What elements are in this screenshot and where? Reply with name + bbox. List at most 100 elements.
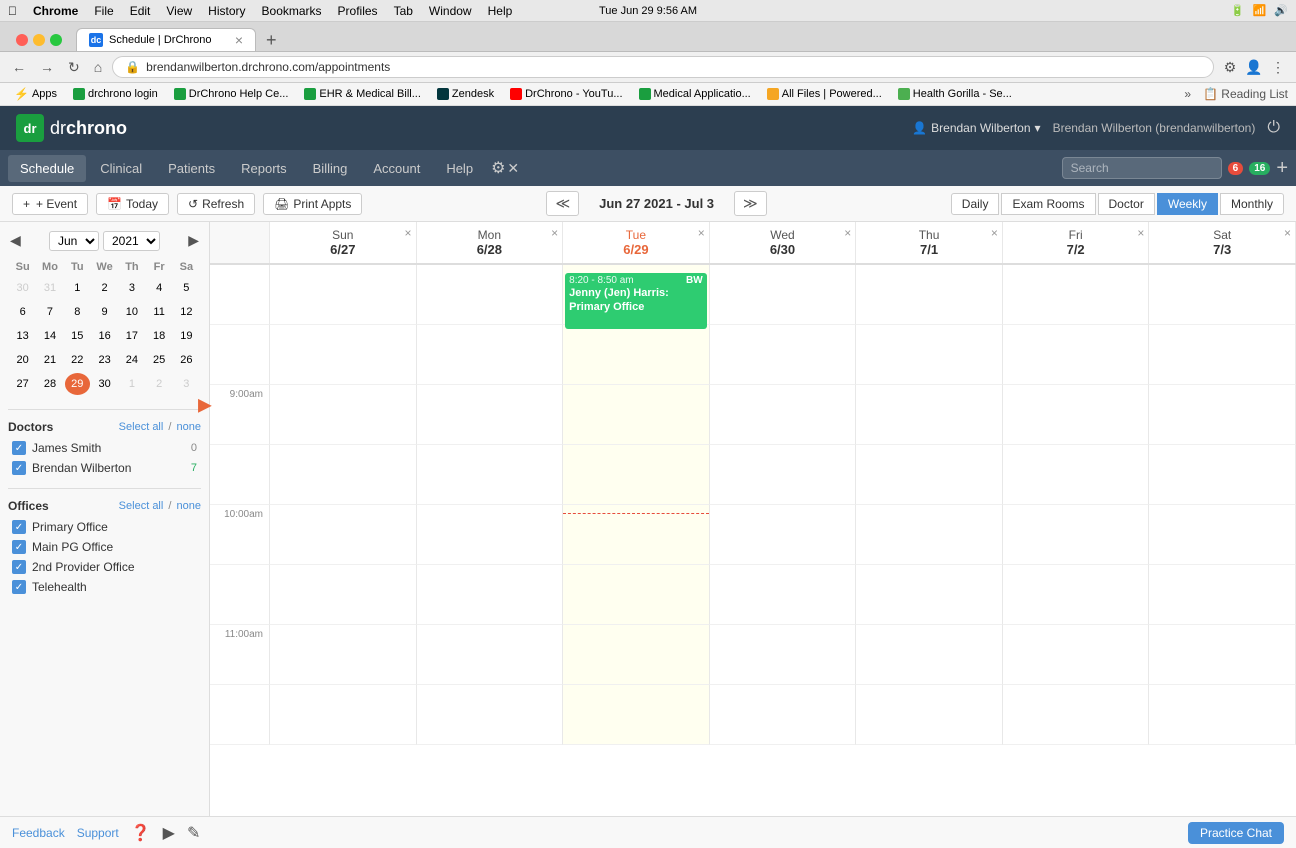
close-tue[interactable]: × bbox=[698, 226, 705, 240]
nav-reports[interactable]: Reports bbox=[229, 155, 299, 182]
cell-11am-wed[interactable] bbox=[710, 625, 857, 685]
bookmarks-more-btn[interactable]: » bbox=[1184, 87, 1191, 101]
add-icon[interactable]: + bbox=[1276, 157, 1288, 180]
cell-930-mon[interactable] bbox=[417, 445, 564, 505]
select-none-offices[interactable]: none bbox=[177, 500, 201, 512]
feedback-link[interactable]: Feedback bbox=[12, 826, 65, 840]
add-event-btn[interactable]: + + Event bbox=[12, 193, 88, 215]
cell-830-wed[interactable] bbox=[710, 325, 857, 385]
support-link[interactable]: Support bbox=[77, 826, 119, 840]
menu-icon[interactable]: ⋮ bbox=[1268, 57, 1288, 77]
cell-8am-thu[interactable] bbox=[856, 265, 1003, 325]
cell-9am-sat[interactable] bbox=[1149, 385, 1296, 445]
cell-10am-sat[interactable] bbox=[1149, 505, 1296, 565]
bookmark-help-center[interactable]: DrChrono Help Ce... bbox=[168, 86, 295, 102]
mini-cal-day[interactable]: 24 bbox=[119, 349, 144, 371]
cell-10am-wed[interactable] bbox=[710, 505, 857, 565]
mini-cal-day[interactable]: 22 bbox=[65, 349, 90, 371]
cell-930-fri[interactable] bbox=[1003, 445, 1150, 505]
view-daily[interactable]: Daily bbox=[951, 193, 1000, 215]
bookmark-apps[interactable]: ⚡ Apps bbox=[8, 85, 63, 103]
cell-9am-sun[interactable] bbox=[270, 385, 417, 445]
nav-settings-icon[interactable]: ⚙ bbox=[491, 158, 505, 178]
today-btn[interactable]: 📅 Today bbox=[96, 193, 169, 215]
next-week-btn[interactable]: ≫ bbox=[734, 191, 767, 216]
mini-cal-day[interactable]: 13 bbox=[10, 325, 35, 347]
bookmark-medical[interactable]: Medical Applicatio... bbox=[633, 86, 757, 102]
cell-830-mon[interactable] bbox=[417, 325, 564, 385]
mini-cal-day[interactable]: 6 bbox=[10, 301, 35, 323]
close-mon[interactable]: × bbox=[551, 226, 558, 240]
menu-help[interactable]: Help bbox=[488, 4, 513, 18]
app-menu-chrome[interactable]: Chrome bbox=[33, 4, 78, 18]
cell-8am-wed[interactable] bbox=[710, 265, 857, 325]
edit-icon-btn[interactable]: ✎ bbox=[187, 823, 200, 843]
mini-cal-day[interactable]: 17 bbox=[119, 325, 144, 347]
cell-11am-fri[interactable] bbox=[1003, 625, 1150, 685]
mini-cal-day[interactable]: 12 bbox=[174, 301, 199, 323]
list-badge[interactable]: 16 bbox=[1249, 162, 1270, 175]
cell-930-thu[interactable] bbox=[856, 445, 1003, 505]
office-primary[interactable]: ✓ Primary Office bbox=[8, 517, 201, 537]
appointment-jenny-harris[interactable]: BW 8:20 - 8:50 am Jenny (Jen) Harris: Pr… bbox=[565, 273, 707, 329]
mail-badge[interactable]: 6 bbox=[1228, 162, 1244, 175]
cell-11am-sun[interactable] bbox=[270, 625, 417, 685]
close-sat[interactable]: × bbox=[1284, 226, 1291, 240]
menu-bookmarks[interactable]: Bookmarks bbox=[262, 4, 322, 18]
cell-1130-sun[interactable] bbox=[270, 685, 417, 745]
apple-icon[interactable]:  bbox=[8, 4, 17, 18]
bookmark-health-gorilla[interactable]: Health Gorilla - Se... bbox=[892, 86, 1018, 102]
cell-1030-sat[interactable] bbox=[1149, 565, 1296, 625]
cell-1130-wed[interactable] bbox=[710, 685, 857, 745]
mini-cal-day[interactable]: 1 bbox=[119, 373, 144, 395]
cell-1030-tue[interactable] bbox=[563, 565, 710, 625]
bookmark-ehr[interactable]: EHR & Medical Bill... bbox=[298, 86, 426, 102]
menu-window[interactable]: Window bbox=[429, 4, 472, 18]
view-doctor[interactable]: Doctor bbox=[1098, 193, 1155, 215]
year-select[interactable]: 2021 bbox=[103, 231, 160, 251]
mini-cal-day[interactable]: 2 bbox=[147, 373, 172, 395]
mini-cal-day[interactable]: 20 bbox=[10, 349, 35, 371]
month-select[interactable]: Jun bbox=[49, 231, 99, 251]
cell-9am-thu[interactable] bbox=[856, 385, 1003, 445]
power-icon[interactable]: ⏻ bbox=[1267, 119, 1280, 137]
close-wed[interactable]: × bbox=[844, 226, 851, 240]
cell-1130-mon[interactable] bbox=[417, 685, 564, 745]
cell-930-sun[interactable] bbox=[270, 445, 417, 505]
search-input[interactable] bbox=[1062, 157, 1222, 179]
cell-1030-thu[interactable] bbox=[856, 565, 1003, 625]
mini-cal-day[interactable]: 8 bbox=[65, 301, 90, 323]
office-telehealth[interactable]: ✓ Telehealth bbox=[8, 577, 201, 597]
reload-btn[interactable]: ↻ bbox=[64, 57, 84, 78]
doctor-checkbox-brendan[interactable]: ✓ bbox=[12, 461, 26, 475]
next-month-btn[interactable]: ▶ bbox=[186, 230, 201, 251]
mini-cal-day[interactable]: 29 bbox=[65, 373, 90, 395]
office-main-pg[interactable]: ✓ Main PG Office bbox=[8, 537, 201, 557]
doctor-james-smith[interactable]: ✓ James Smith 0 bbox=[8, 438, 201, 458]
practice-chat-btn[interactable]: Practice Chat bbox=[1188, 822, 1284, 844]
mini-cal-day[interactable]: 26 bbox=[174, 349, 199, 371]
close-window-btn[interactable] bbox=[16, 34, 28, 46]
cell-830-tue[interactable] bbox=[563, 325, 710, 385]
cell-9am-fri[interactable] bbox=[1003, 385, 1150, 445]
mini-cal-day[interactable]: 11 bbox=[147, 301, 172, 323]
cell-1130-sat[interactable] bbox=[1149, 685, 1296, 745]
mini-cal-day[interactable]: 5 bbox=[174, 277, 199, 299]
cell-1030-fri[interactable] bbox=[1003, 565, 1150, 625]
cell-1030-sun[interactable] bbox=[270, 565, 417, 625]
nav-clinical[interactable]: Clinical bbox=[88, 155, 154, 182]
cell-830-sat[interactable] bbox=[1149, 325, 1296, 385]
extensions-icon[interactable]: ⚙ bbox=[1220, 57, 1240, 77]
mini-cal-day[interactable]: 21 bbox=[37, 349, 62, 371]
cell-9am-mon[interactable] bbox=[417, 385, 564, 445]
minimize-window-btn[interactable] bbox=[33, 34, 45, 46]
mini-cal-day[interactable]: 10 bbox=[119, 301, 144, 323]
nav-schedule[interactable]: Schedule bbox=[8, 155, 86, 182]
back-btn[interactable]: ← bbox=[8, 57, 30, 77]
mini-cal-day[interactable]: 31 bbox=[37, 277, 62, 299]
cell-1130-thu[interactable] bbox=[856, 685, 1003, 745]
cell-8am-mon[interactable] bbox=[417, 265, 564, 325]
select-all-doctors[interactable]: all bbox=[152, 421, 163, 433]
mini-cal-day[interactable]: 27 bbox=[10, 373, 35, 395]
cell-9am-wed[interactable] bbox=[710, 385, 857, 445]
